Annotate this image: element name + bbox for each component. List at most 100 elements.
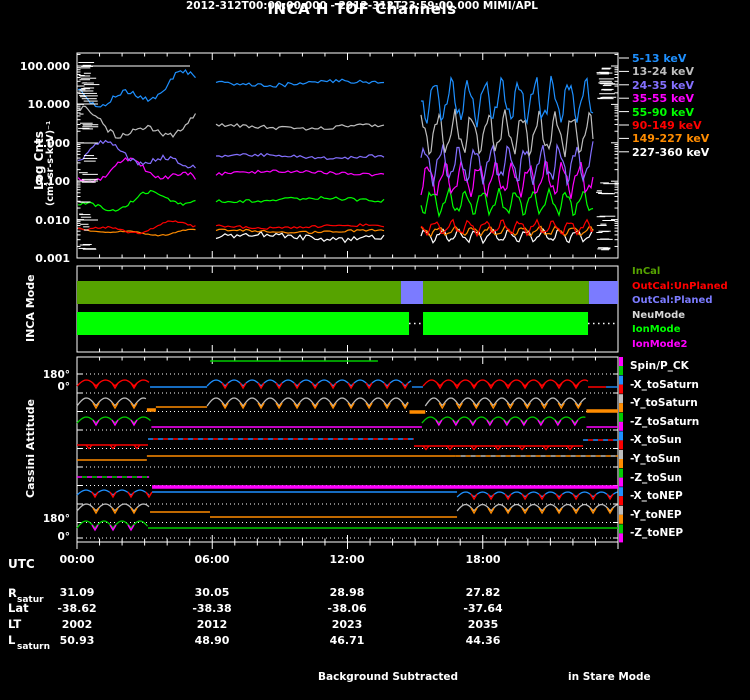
footer-note-right: in Stare Mode [568,671,651,683]
ephemeris-value: 30.05 [194,586,230,599]
curve [424,397,587,408]
attitude-axis-mark [619,412,623,422]
attitude-legend-entry: -Y_toSaturn [630,397,698,410]
ephemeris-row-label: L [8,633,16,647]
attitude-ytick-label: 0° [57,531,70,543]
channel-curve-55-90-keV [78,189,196,212]
ephemeris-value: 48.90 [194,634,230,647]
ephemeris-value: 2012 [196,618,228,631]
curve [206,397,409,408]
mode-legend-entry: OutCal:Planed [632,295,713,307]
curve [456,503,618,513]
mode-bar-OutCal:Planed [400,281,424,304]
attitude-track--Z_toSun [77,476,618,489]
attitude-track--Y_toSaturn [76,397,618,414]
attitude-axis-mark [619,533,623,543]
mode-y-axis-label: INCA Mode [24,274,37,342]
ephemeris-value: -38.38 [192,602,232,615]
mode-legend-entry: IonMode [632,324,681,336]
mode-legend-entry: OutCal:UnPlaned [632,280,728,292]
channel-curve-35-55-keV [215,169,385,177]
attitude-track--Y_toSun [77,455,618,461]
tof-legend-entry: 5-13 keV [632,52,687,65]
curve [456,491,618,498]
ephemeris-value: -38.06 [327,602,367,615]
attitude-axis-mark [619,366,623,375]
attitude-axis-mark [619,394,623,404]
tof-ytick-label: 10.000 [27,98,70,111]
attitude-axis-mark [619,403,623,413]
tof-y-axis-units: (cm²-sr-s-keV)⁻¹ [45,120,56,206]
attitude-axis-mark [619,459,623,468]
tof-ytick-label: 1.000 [35,137,70,150]
channel-curve-5-13-keV [215,78,385,88]
channel-curve-13-24-keV [215,122,385,131]
channel-curve-149-227-keV [215,228,385,235]
tof-legend-entry: 35-55 keV [632,92,695,105]
mode-bar-IonMode [423,312,589,335]
ephemeris-value: 28.98 [329,586,365,599]
attitude-axis-mark [619,496,623,506]
channel-curve-227-360-keV [420,228,594,245]
attitude-legend-entry: -Y_toSun [630,453,681,465]
ephemeris-value: -38.62 [57,602,97,615]
attitude-y-axis-label: Cassini Attitude [24,398,37,498]
tof-legend-entry: 149-227 keV [632,132,710,145]
utc-tick-label: 12:00 [329,553,365,566]
tof-legend-entry: 24-35 keV [632,79,695,92]
mode-legend-entry: InCal [632,266,661,277]
attitude-axis-mark [619,431,623,441]
attitude-legend-entry: -X_toNEP [630,490,683,503]
ephemeris-row-label: R [8,586,17,600]
mode-bars [77,281,618,335]
ephemeris-value: -37.64 [463,602,503,615]
channel-curve-13-24-keV [78,105,197,139]
curve [76,489,150,496]
curve [206,379,412,387]
attitude-legend-entry: -Z_toSaturn [630,415,700,428]
attitude-axis-mark [619,421,623,431]
ephemeris-value: 31.09 [59,586,95,599]
attitude-ytick-label: 180° [42,513,70,525]
attitude-axis-mark [619,514,623,524]
channel-curve-149-227-keV [78,227,196,237]
attitude-legend-entry: Spin/P_CK [630,360,689,372]
attitude-axis-mark [619,450,623,459]
mode-bar-OutCal:Planed [588,281,618,304]
plot-page: INCA H TOF Channels 2012-312T00:00:00.00… [0,0,750,700]
tof-legend-entry: 13-24 keV [632,65,695,78]
attitude-tracks [76,357,623,543]
attitude-axis-mark [619,375,623,385]
channel-curve-24-35-keV [78,139,196,169]
tof-ytick-label: 0.010 [35,214,70,227]
channel-curve-90-149-keV [215,223,385,230]
page-subtitle: 2012-312T00:00:00.000 - 2012-312T23:59:0… [186,0,538,12]
attitude-axis-mark [619,524,623,534]
channel-curve-24-35-keV [215,152,385,161]
channel-curve-35-55-keV [420,159,594,199]
attitude-legend-entry: -X_toSaturn [630,378,699,391]
channel-curve-227-360-keV [215,230,385,244]
attitude-ytick-label: 0° [57,381,70,393]
channel-curve-55-90-keV [215,195,385,204]
ephemeris-row-label-subscript: saturn [17,642,50,652]
mode-bar-IonMode [77,312,410,335]
attitude-axis-mark [619,384,623,394]
attitude-axis-mark [619,477,623,487]
ephemeris-value: 2002 [61,618,93,631]
attitude-axis-mark [619,468,623,478]
ephemeris-row-label: LT [8,617,22,631]
tof-legend-entry: 90-149 keV [632,119,702,132]
attitude-track--X_toSaturn [76,379,618,390]
attitude-track--X_toNEP [76,489,618,501]
attitude-track--X_toSun [77,438,618,451]
attitude-axis-mark [619,357,623,366]
ephemeris-value: 50.93 [59,634,95,647]
attitude-ytick-label: 180° [42,369,70,381]
attitude-axis-mark [619,505,623,515]
mode-legend-entry: IonMode2 [632,339,688,350]
mode-bar-InCal [77,281,401,304]
ephemeris-value: 27.82 [465,586,501,599]
tof-curves [78,68,594,245]
mode-bar-InCal [423,281,589,304]
